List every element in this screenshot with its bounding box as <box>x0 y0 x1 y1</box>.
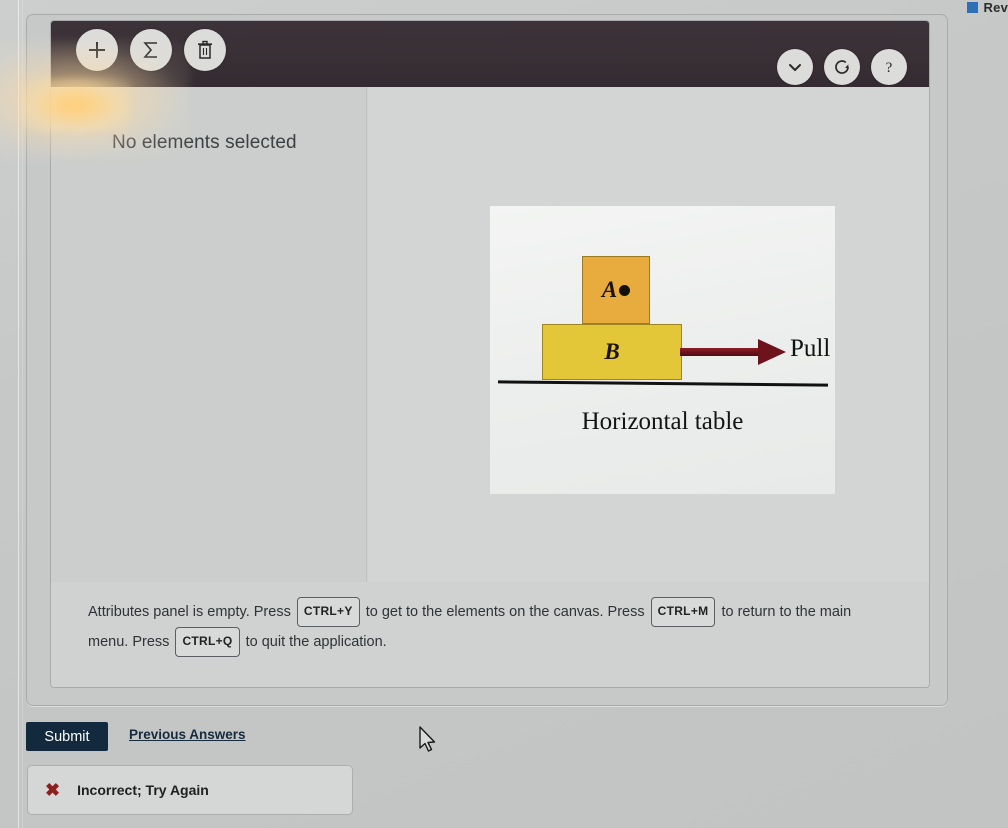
delete-element-button[interactable] <box>184 29 226 71</box>
help-button[interactable]: ? <box>871 49 907 85</box>
review-label: Rev <box>983 0 1008 15</box>
sigma-icon <box>143 42 157 58</box>
toolbar-left-group <box>76 29 226 71</box>
feedback-banner: ✖ Incorrect; Try Again <box>27 765 353 815</box>
table-surface-line <box>497 380 829 387</box>
hint-part-4: to quit the application. <box>245 634 387 650</box>
hint-part-2: to get to the elements on the canvas. Pr… <box>365 604 645 620</box>
trash-icon <box>198 40 212 59</box>
table-caption: Horizontal table <box>581 408 744 435</box>
plus-icon <box>89 42 105 58</box>
block-b-label: B <box>604 339 620 364</box>
workspace: No elements selected A B Pull Horizontal… <box>51 87 929 687</box>
previous-answers-link[interactable]: Previous Answers <box>129 727 246 742</box>
editor-toolbar: ? <box>51 21 929 87</box>
block-a-label-group: A <box>601 277 631 303</box>
mouse-cursor <box>419 726 436 752</box>
chevron-down-icon <box>789 64 801 71</box>
app-window-inner: ? No elements selected A B Pull Horizont… <box>50 20 930 688</box>
sum-element-button[interactable] <box>130 29 172 71</box>
toolbar-right-group: ? <box>777 49 907 85</box>
blue-square-icon <box>966 2 978 13</box>
feedback-text: Incorrect; Try Again <box>77 782 209 798</box>
kbd-ctrl-y: CTRL+Y <box>296 597 360 627</box>
screen-photo: Rev ? No elements selected A B Pull Hori… <box>0 0 1008 828</box>
add-element-button[interactable] <box>76 29 118 71</box>
attributes-empty-label: No elements selected <box>112 132 297 153</box>
kbd-ctrl-q: CTRL+Q <box>175 627 240 657</box>
kbd-ctrl-m: CTRL+M <box>650 597 716 627</box>
pull-label: Pull <box>790 335 831 362</box>
physics-figure[interactable]: A B Pull Horizontal table <box>490 206 835 494</box>
more-options-button[interactable] <box>777 49 813 85</box>
hint-part-1: Attributes panel is empty. Press <box>88 604 291 620</box>
pull-arrow-head-icon <box>758 339 786 365</box>
hint-text: Attributes panel is empty. Press CTRL+Y … <box>88 597 878 657</box>
review-indicator[interactable]: Rev <box>966 0 1008 15</box>
svg-text:?: ? <box>886 60 893 76</box>
undo-button[interactable] <box>824 49 860 85</box>
bezel-stripe-left-2 <box>22 0 23 828</box>
block-a[interactable]: A <box>582 256 650 324</box>
undo-circular-arrow-icon <box>835 60 849 74</box>
block-b[interactable]: B <box>542 324 682 380</box>
pull-arrow-shaft <box>680 348 762 356</box>
bezel-stripe-left <box>18 0 19 828</box>
submit-button[interactable]: Submit <box>26 722 108 751</box>
x-mark-icon: ✖ <box>45 780 61 800</box>
question-mark-icon: ? <box>886 60 893 76</box>
app-window-outer: ? No elements selected A B Pull Horizont… <box>26 14 948 706</box>
canvas-area[interactable]: A B Pull Horizontal table <box>368 87 929 582</box>
attributes-panel[interactable]: No elements selected <box>51 87 367 582</box>
block-a-label: A <box>601 277 618 302</box>
block-a-dot-icon <box>619 284 631 296</box>
